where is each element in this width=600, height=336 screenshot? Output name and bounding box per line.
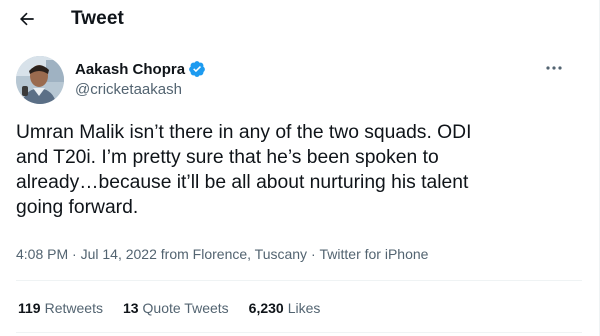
verified-badge-icon — [189, 61, 205, 77]
meta-separator: · — [68, 246, 81, 262]
tweet-date[interactable]: Jul 14, 2022 — [81, 246, 157, 262]
tweet-client[interactable]: Twitter for iPhone — [320, 246, 429, 262]
tweet-text: Umran Malik isn’t there in any of the tw… — [16, 122, 472, 218]
retweets-count: 119 — [18, 300, 41, 316]
avatar[interactable] — [16, 56, 64, 104]
meta-separator-2: · — [307, 246, 320, 262]
tweet-location[interactable]: from Florence, Tuscany — [161, 246, 307, 262]
divider-bottom — [16, 332, 582, 333]
tweet-stats: 119 Retweets 13 Quote Tweets 6,230 Likes — [18, 300, 340, 316]
more-options-button[interactable] — [540, 56, 568, 80]
likes-count: 6,230 — [248, 300, 284, 316]
tweet-author: Aakash Chopra @cricketaakash — [16, 56, 586, 106]
tweet-meta: 4:08 PM · Jul 14, 2022 from Florence, Tu… — [16, 246, 428, 262]
page-title: Tweet — [71, 8, 124, 29]
avatar-image — [16, 56, 64, 104]
quote-tweets-stat[interactable]: 13 Quote Tweets — [123, 300, 229, 316]
likes-stat[interactable]: 6,230 Likes — [249, 300, 321, 316]
author-display-name[interactable]: Aakash Chopra — [75, 61, 185, 78]
author-names: Aakash Chopra @cricketaakash — [75, 59, 206, 98]
back-button[interactable] — [12, 4, 42, 34]
quote-tweets-label: Quote Tweets — [142, 300, 229, 316]
retweets-stat[interactable]: 119 Retweets — [18, 300, 103, 316]
more-dots-icon — [546, 66, 562, 70]
author-handle[interactable]: @cricketaakash — [75, 81, 206, 98]
tweet-page: Tweet Aakash Chopra @cricketaakash Umran… — [0, 0, 600, 336]
divider-top — [16, 280, 582, 281]
tweet-time[interactable]: 4:08 PM — [16, 246, 68, 262]
likes-label: Likes — [287, 300, 321, 316]
header: Tweet — [0, 0, 590, 38]
quote-tweets-count: 13 — [122, 300, 139, 316]
name-row: Aakash Chopra — [75, 59, 206, 79]
retweets-label: Retweets — [44, 300, 103, 316]
back-arrow-icon — [20, 12, 34, 26]
